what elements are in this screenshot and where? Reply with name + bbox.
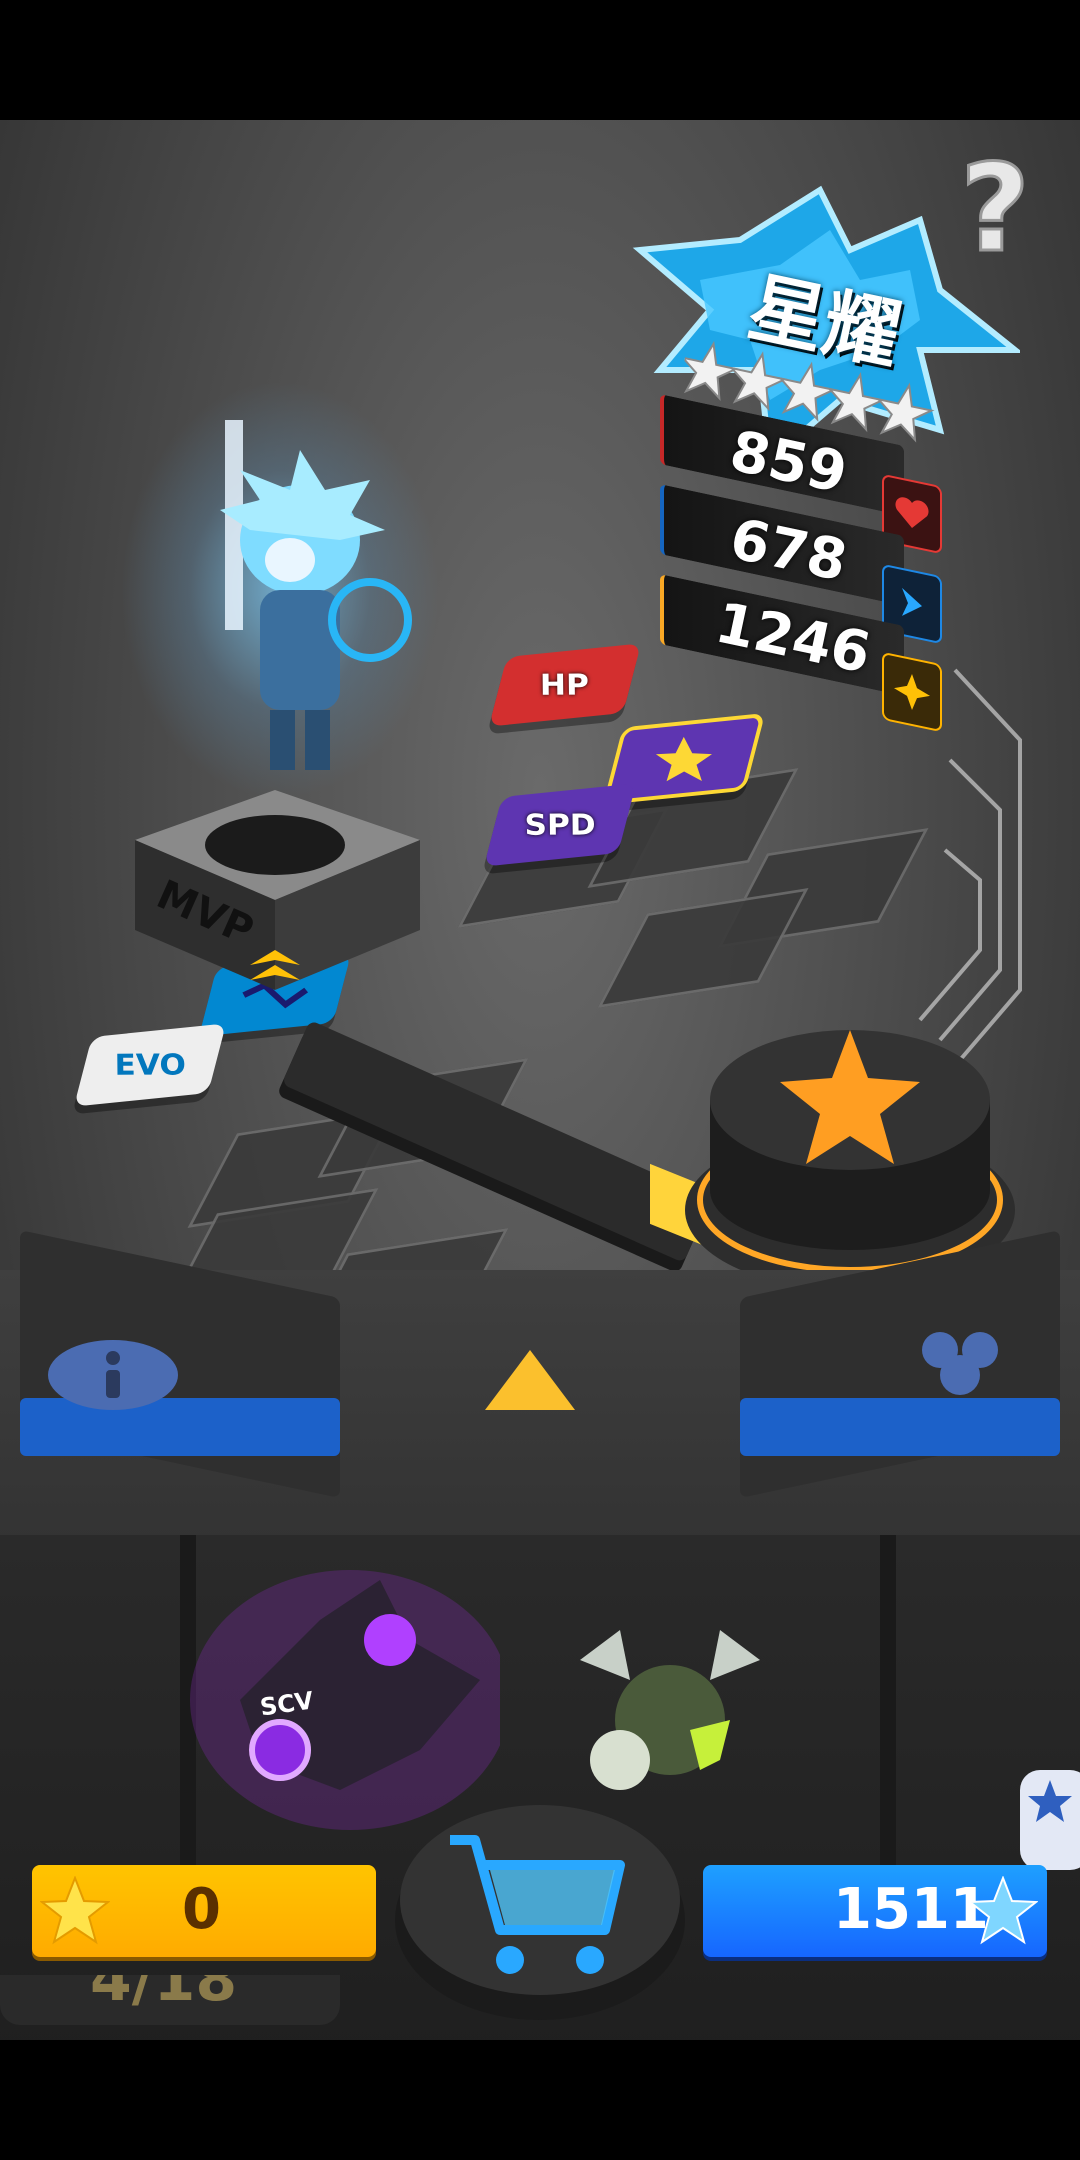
game-board: ? 星耀 859 678 1246 HP SPD EVO MVP SCV 0 1… (0, 120, 1080, 2040)
slot-tile[interactable] (597, 888, 809, 1008)
group-icon (910, 1320, 1010, 1400)
shop-cart-button[interactable] (390, 1770, 690, 2030)
gold-currency-value: 0 (182, 1877, 221, 1942)
team-button-base (740, 1398, 1060, 1456)
chip-evo-label: EVO (114, 1048, 186, 1082)
mvp-pedestal: MVP (125, 770, 425, 1020)
blue-currency-value: 1511 (833, 1877, 989, 1942)
info-button-base (20, 1398, 340, 1456)
star-icon (968, 1876, 1038, 1945)
chip-spd-label: SPD (524, 808, 596, 842)
chip-evo[interactable]: EVO (73, 1023, 227, 1107)
team-button[interactable] (740, 1230, 1060, 1499)
character-peek-right[interactable] (1020, 1760, 1080, 1880)
chip-hp[interactable]: HP (488, 643, 642, 727)
star-icon (40, 1876, 110, 1945)
blue-currency[interactable]: 1511 (703, 1865, 1047, 1957)
star-icon (655, 736, 713, 782)
chip-hp-label: HP (540, 668, 590, 702)
info-button[interactable] (20, 1230, 340, 1499)
info-icon (48, 1340, 178, 1410)
gold-currency[interactable]: 0 (32, 1865, 376, 1957)
bottom-peek-panel: 4/18 (0, 1975, 340, 2025)
bottom-peek-text: 4/18 (90, 1975, 238, 2015)
up-arrow-icon[interactable] (480, 1340, 580, 1420)
